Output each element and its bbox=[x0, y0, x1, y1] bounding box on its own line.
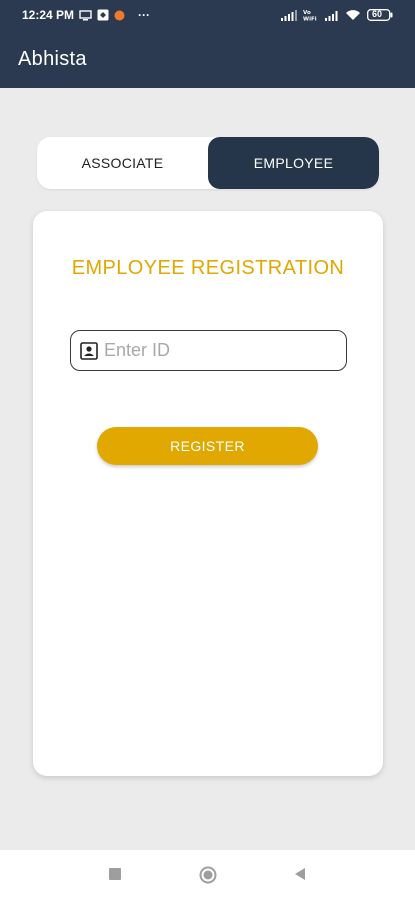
signal-icon bbox=[281, 9, 297, 21]
app-notification-icon bbox=[97, 9, 109, 21]
card-title: EMPLOYEE REGISTRATION bbox=[71, 257, 345, 279]
screen-icon bbox=[79, 9, 92, 21]
app-title: Abhista bbox=[18, 47, 87, 70]
svg-text:Vo: Vo bbox=[303, 10, 311, 16]
registration-card: EMPLOYEE REGISTRATION REGISTER bbox=[33, 211, 383, 776]
battery-icon: 60 bbox=[367, 9, 393, 21]
status-right: Vo WiFi 60 bbox=[281, 9, 393, 21]
vowifi-icon: Vo WiFi bbox=[303, 9, 319, 21]
id-card-icon bbox=[80, 341, 98, 360]
svg-text:WiFi: WiFi bbox=[303, 17, 317, 22]
toggle-employee[interactable]: EMPLOYEE bbox=[208, 137, 379, 189]
role-toggle: ASSOCIATE EMPLOYEE bbox=[37, 137, 379, 189]
status-more: ··· bbox=[138, 8, 151, 22]
status-time: 12:24 PM bbox=[22, 8, 75, 22]
signal-icon-2 bbox=[325, 10, 339, 21]
status-bar: 12:24 PM ··· Vo WiFi 60 bbox=[0, 0, 415, 30]
id-input[interactable] bbox=[104, 340, 324, 361]
battery-level: 60 bbox=[372, 9, 383, 19]
back-triangle-icon[interactable] bbox=[293, 867, 307, 881]
recents-square-icon[interactable] bbox=[108, 867, 122, 881]
id-field[interactable] bbox=[70, 330, 347, 371]
toggle-associate[interactable]: ASSOCIATE bbox=[37, 137, 208, 189]
register-button[interactable]: REGISTER bbox=[97, 427, 318, 465]
system-nav-bar bbox=[0, 850, 415, 900]
app-bar: Abhista bbox=[0, 30, 415, 88]
home-circle-icon[interactable] bbox=[199, 866, 217, 884]
status-left: 12:24 PM ··· bbox=[22, 8, 150, 22]
wifi-icon bbox=[345, 9, 361, 21]
orange-dot-icon bbox=[114, 10, 125, 21]
